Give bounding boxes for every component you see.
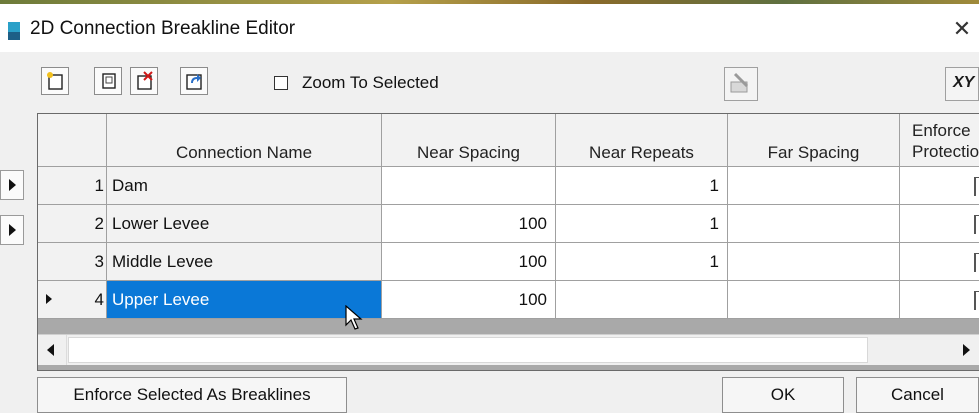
cell-connection-name[interactable]: Middle Levee — [107, 243, 382, 281]
corner-header — [38, 114, 107, 167]
cell-enforce-protection[interactable] — [900, 167, 979, 205]
row-header-current[interactable]: 4 — [38, 281, 107, 319]
cell-near-spacing[interactable]: 100 — [382, 205, 556, 243]
column-header-connection-name[interactable]: Connection Name — [107, 114, 382, 167]
title-bar: 2D Connection Breakline Editor ✕ — [0, 4, 979, 52]
copy-row-button[interactable] — [94, 67, 122, 95]
delete-row-icon — [137, 71, 153, 90]
cell-near-repeats[interactable]: 1 — [556, 243, 728, 281]
column-header-far-spacing[interactable]: Far Spacing — [728, 114, 900, 167]
current-row-arrow-icon — [46, 294, 52, 304]
column-header-enforce-protection[interactable]: Enforce Protection — [900, 114, 979, 167]
add-row-button[interactable] — [41, 67, 69, 95]
cell-far-spacing[interactable] — [728, 167, 900, 205]
add-row-icon — [47, 72, 63, 90]
undo-button[interactable] — [180, 67, 208, 95]
zoom-to-selected-checkbox[interactable] — [274, 76, 288, 90]
cell-enforce-protection[interactable] — [900, 205, 979, 243]
expand-arrow-button-2[interactable] — [0, 215, 24, 245]
cell-far-spacing[interactable] — [728, 281, 900, 319]
column-header-near-spacing[interactable]: Near Spacing — [382, 114, 556, 167]
enforce-selected-button[interactable]: Enforce Selected As Breaklines — [37, 377, 347, 413]
scroll-left-button[interactable] — [38, 335, 67, 365]
expand-arrow-button[interactable] — [0, 170, 24, 200]
cell-far-spacing[interactable] — [728, 205, 900, 243]
cell-near-repeats[interactable] — [556, 281, 728, 319]
cell-near-spacing[interactable] — [382, 167, 556, 205]
cell-near-repeats[interactable]: 1 — [556, 205, 728, 243]
column-header-near-repeats[interactable]: Near Repeats — [556, 114, 728, 167]
breakline-tool-button[interactable] — [724, 67, 758, 101]
chevron-right-icon — [963, 344, 970, 356]
connections-table: Connection Name Near Spacing Near Repeat… — [37, 113, 979, 371]
window-title: 2D Connection Breakline Editor — [30, 18, 296, 39]
row-index[interactable]: 1 — [38, 167, 107, 205]
xy-icon: XY — [953, 74, 975, 91]
row-index: 4 — [94, 290, 104, 309]
cell-near-spacing[interactable]: 100 — [382, 243, 556, 281]
cell-connection-name[interactable]: Dam — [107, 167, 382, 205]
close-icon[interactable]: ✕ — [948, 14, 976, 44]
chevron-left-icon — [47, 344, 54, 356]
scroll-right-button[interactable] — [953, 335, 979, 365]
cell-connection-name-selected[interactable]: Upper Levee — [107, 281, 382, 319]
copy-row-icon — [102, 73, 116, 89]
app-icon — [8, 22, 20, 40]
mouse-cursor-icon — [345, 305, 363, 330]
scroll-thumb[interactable] — [68, 337, 868, 363]
ok-button[interactable]: OK — [722, 377, 844, 413]
row-index[interactable]: 3 — [38, 243, 107, 281]
zoom-to-selected-label: Zoom To Selected — [302, 73, 439, 92]
delete-row-button[interactable] — [130, 67, 158, 95]
undo-icon — [186, 74, 202, 90]
breakline-tool-icon — [730, 72, 749, 93]
cell-enforce-protection[interactable] — [900, 281, 979, 319]
cell-near-repeats[interactable]: 1 — [556, 167, 728, 205]
cell-connection-name[interactable]: Lower Levee — [107, 205, 382, 243]
cancel-button[interactable]: Cancel — [856, 377, 979, 413]
row-index[interactable]: 2 — [38, 205, 107, 243]
cell-near-spacing[interactable]: 100 — [382, 281, 556, 319]
cell-far-spacing[interactable] — [728, 243, 900, 281]
cell-enforce-protection[interactable] — [900, 243, 979, 281]
horizontal-scrollbar[interactable] — [38, 334, 979, 365]
xy-button[interactable]: XY — [945, 67, 979, 101]
